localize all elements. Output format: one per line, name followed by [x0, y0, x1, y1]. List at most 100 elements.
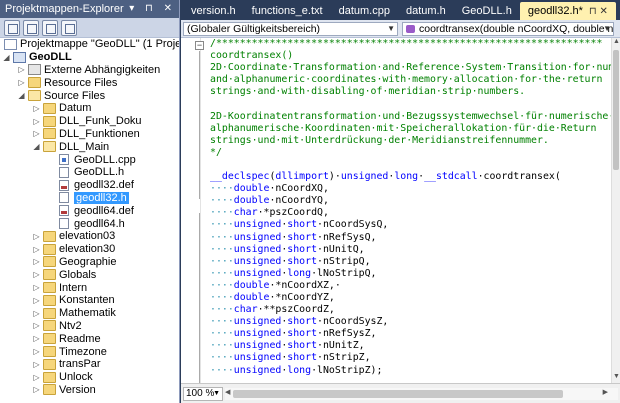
- expand-arrow-icon[interactable]: ▷: [17, 65, 26, 74]
- expand-arrow-icon[interactable]: ▷: [32, 360, 41, 369]
- collapse-arrow-icon[interactable]: ◢: [2, 53, 11, 62]
- expand-arrow-icon[interactable]: ▷: [32, 347, 41, 356]
- refresh-icon[interactable]: [42, 19, 58, 36]
- expand-arrow-icon[interactable]: ▷: [32, 232, 41, 241]
- show-all-files-icon[interactable]: [23, 19, 39, 36]
- scroll-up-icon[interactable]: ▲: [612, 38, 620, 48]
- tree-node[interactable]: Projektmappe "GeoDLL" (1 Projekt): [0, 38, 179, 51]
- scope-dropdown[interactable]: (Globaler Gültigkeitsbereich) ▼: [183, 21, 398, 36]
- tree-node[interactable]: ▷ Externe Abhängigkeiten: [0, 64, 179, 77]
- expand-arrow-icon[interactable]: ▷: [17, 78, 26, 87]
- panel-window-buttons[interactable]: ▾ ⊓ ✕: [129, 0, 176, 18]
- file-def-icon: [59, 205, 69, 217]
- tree-node[interactable]: ◢ GeoDLL: [0, 51, 179, 64]
- code-area[interactable]: − /*************************************…: [181, 38, 611, 383]
- tree-node[interactable]: ◢ Source Files: [0, 89, 179, 102]
- tree-node[interactable]: ▷ Version: [0, 384, 179, 397]
- expand-arrow-icon[interactable]: ▷: [32, 334, 41, 343]
- tree-node[interactable]: ▷ transPar: [0, 358, 179, 371]
- folder-icon: [43, 333, 56, 345]
- document-tab[interactable]: datum.cpp: [331, 2, 398, 20]
- folder-icon: [43, 230, 56, 242]
- code-line: ····unsigned·short·nCoordSysQ,: [210, 219, 611, 231]
- outline-collapse-icon[interactable]: −: [195, 41, 204, 50]
- tree-node[interactable]: ▷ Unlock: [0, 371, 179, 384]
- code-token: long: [287, 364, 312, 376]
- tree-node[interactable]: ▷ elevation03: [0, 230, 179, 243]
- document-tab[interactable]: functions_e.txt: [244, 2, 331, 20]
- tree-node[interactable]: geodll32.def: [0, 179, 179, 192]
- tree-node[interactable]: ▷ Globals: [0, 268, 179, 281]
- tree-node[interactable]: geodll64.def: [0, 204, 179, 217]
- member-dropdown[interactable]: coordtransex(double nCoordXQ, double nCo…: [402, 21, 614, 36]
- expand-arrow-icon[interactable]: ▷: [32, 104, 41, 113]
- tree-node-label: GeoDLL: [29, 51, 72, 64]
- scrollbar-thumb[interactable]: [613, 50, 619, 170]
- expand-arrow-icon[interactable]: ▷: [32, 321, 41, 330]
- folder-icon: [43, 307, 56, 319]
- expand-arrow-icon[interactable]: ▷: [32, 257, 41, 266]
- expand-arrow-icon[interactable]: ▷: [32, 309, 41, 318]
- folder-icon: [43, 115, 56, 127]
- collapse-arrow-icon[interactable]: ◢: [17, 91, 26, 100]
- collapse-arrow-icon[interactable]: ◢: [32, 142, 41, 151]
- document-tab[interactable]: geodll32.h* ⊓ ✕: [519, 2, 616, 20]
- tree-node[interactable]: GeoDLL.h: [0, 166, 179, 179]
- solution-explorer-panel: Projektmappen-Explorer ▾ ⊓ ✕ Projektmapp…: [0, 0, 180, 403]
- tree-node-label: geodll64.h: [74, 217, 125, 230]
- scroll-right-icon[interactable]: ▶: [603, 388, 608, 396]
- tree-node[interactable]: ▷ Readme: [0, 332, 179, 345]
- tree-node[interactable]: ▷ Datum: [0, 102, 179, 115]
- view-code-icon[interactable]: [61, 19, 77, 36]
- tree-node[interactable]: ▷ Konstanten: [0, 294, 179, 307]
- document-tab[interactable]: version.h: [183, 2, 244, 20]
- tree-node[interactable]: ▷ Timezone: [0, 345, 179, 358]
- expand-arrow-icon[interactable]: ▷: [32, 296, 41, 305]
- tree-node[interactable]: geodll32.h: [0, 191, 179, 205]
- tree-node[interactable]: GeoDLL.cpp: [0, 153, 179, 166]
- zoom-dropdown[interactable]: 100 % ▼: [183, 386, 223, 401]
- expand-arrow-icon[interactable]: ▷: [32, 373, 41, 382]
- file-def-icon: [59, 179, 69, 191]
- expand-arrow-icon[interactable]: ▷: [32, 283, 41, 292]
- tab-pin-close-icon[interactable]: ⊓ ✕: [589, 3, 608, 20]
- file-icon: [59, 166, 69, 178]
- code-token: ·nCoordSysZ,: [317, 316, 389, 328]
- tree-node[interactable]: ▷ DLL_Funk_Doku: [0, 115, 179, 128]
- document-tab[interactable]: GeoDLL.h: [454, 2, 520, 20]
- code-line: ····char·*pszCoordQ,: [210, 207, 611, 219]
- scroll-left-icon[interactable]: ◀: [225, 388, 230, 396]
- code-token: short: [287, 219, 318, 231]
- document-tab[interactable]: datum.h: [398, 2, 454, 20]
- horizontal-scrollbar[interactable]: ◀ ▶: [225, 387, 618, 400]
- scrollbar-thumb[interactable]: [233, 389, 563, 398]
- code-text[interactable]: /***************************************…: [210, 38, 611, 383]
- tree-node[interactable]: ▷ Intern: [0, 281, 179, 294]
- function-icon: [406, 24, 415, 33]
- tree-node[interactable]: ▷ Geographie: [0, 256, 179, 269]
- code-token: short: [287, 243, 318, 255]
- expand-arrow-icon[interactable]: ▷: [32, 270, 41, 279]
- tree-node[interactable]: ▷ DLL_Funktionen: [0, 128, 179, 141]
- tree-node[interactable]: ▷ Ntv2: [0, 320, 179, 333]
- tree-node[interactable]: ▷ Mathematik: [0, 307, 179, 320]
- tree-node[interactable]: geodll64.h: [0, 217, 179, 230]
- tab-overflow-dropdown-icon[interactable]: ▾: [616, 2, 620, 20]
- tree-node[interactable]: ◢ DLL_Main: [0, 140, 179, 153]
- expand-arrow-icon[interactable]: ▷: [32, 117, 41, 126]
- code-line: ····double·nCoordYQ,: [210, 195, 611, 207]
- code-token: ····: [210, 207, 234, 219]
- expand-arrow-icon[interactable]: ▷: [32, 129, 41, 138]
- code-token: unsigned: [233, 267, 282, 279]
- properties-icon[interactable]: [4, 19, 20, 36]
- expand-arrow-icon[interactable]: ▷: [32, 245, 41, 254]
- tree-node[interactable]: ▷ elevation30: [0, 243, 179, 256]
- folder-icon: [43, 346, 56, 358]
- tree-node[interactable]: ▷ Resource Files: [0, 76, 179, 89]
- scroll-down-icon[interactable]: ▼: [612, 373, 620, 383]
- vertical-scrollbar[interactable]: ▲ ▼: [611, 38, 620, 383]
- expand-arrow-icon[interactable]: ▷: [32, 385, 41, 394]
- code-token: strings·and·with·disabling·of·meridian·s…: [210, 86, 526, 98]
